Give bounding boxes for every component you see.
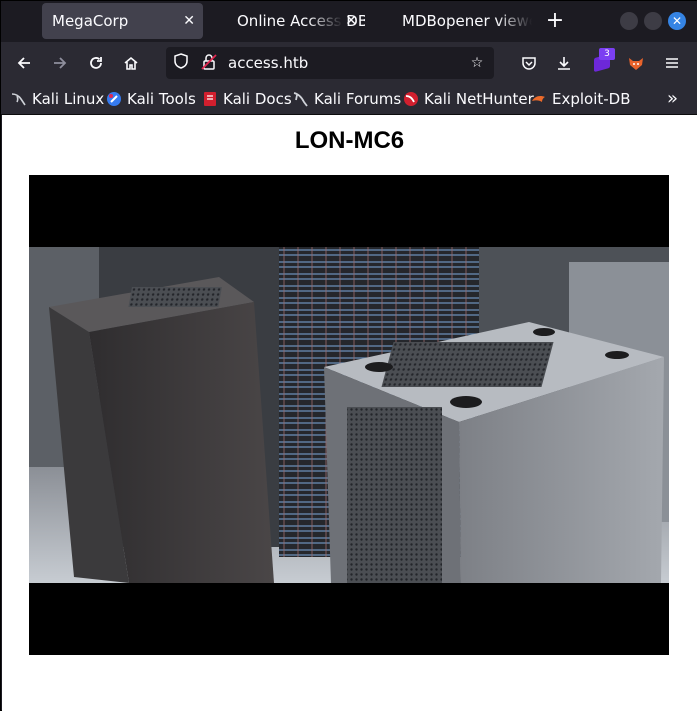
pocket-button[interactable]: [515, 50, 543, 76]
bookmark-star-icon[interactable]: ☆: [468, 53, 486, 73]
tab-online-access-db[interactable]: Online Access DB ✕: [227, 3, 365, 39]
page-content: LON-MC6: [2, 115, 697, 711]
page-title: LON-MC6: [294, 127, 405, 154]
fox-icon: [629, 58, 643, 70]
bookmark-label: Exploit-DB: [552, 90, 631, 108]
bookmark-kali-nethunter[interactable]: Kali NetHunter: [403, 84, 534, 114]
minimize-button[interactable]: [620, 12, 638, 30]
kali-docs-icon: [202, 91, 218, 107]
bookmark-label: Kali NetHunter: [424, 90, 534, 108]
bookmark-exploit-db[interactable]: Exploit-DB: [531, 84, 631, 114]
back-arrow-icon: [17, 57, 30, 69]
kali-dragon-icon: [11, 91, 27, 107]
browser-window: MegaCorp ✕ Online Access DB ✕ MDBopener …: [0, 0, 697, 711]
bookmark-kali-linux[interactable]: Kali Linux: [11, 84, 104, 114]
navigation-bar: access.htb ☆ 3: [1, 42, 697, 84]
reload-button[interactable]: [82, 50, 110, 76]
home-icon: [124, 56, 138, 70]
tab-title: MegaCorp: [52, 12, 129, 30]
maximize-button[interactable]: [644, 12, 662, 30]
extension-badge-count: 3: [599, 48, 615, 60]
bookmark-kali-forums[interactable]: Kali Forums: [293, 84, 401, 114]
url-text: access.htb: [228, 54, 309, 72]
insecure-lock-icon[interactable]: [200, 53, 218, 73]
pocket-icon: [522, 57, 536, 70]
extension-button[interactable]: 3: [592, 48, 615, 74]
app-menu-button[interactable]: [658, 50, 686, 76]
new-tab-button[interactable]: +: [545, 7, 565, 35]
kali-tools-icon: [106, 91, 122, 107]
kali-nethunter-icon: [403, 91, 419, 107]
bookmark-label: Kali Linux: [32, 90, 105, 108]
close-window-button[interactable]: ✕: [668, 12, 686, 30]
camera-feed: [29, 175, 669, 655]
camera-image: [29, 247, 669, 583]
tab-megacorp[interactable]: MegaCorp ✕: [42, 3, 203, 39]
close-tab-icon[interactable]: ✕: [345, 3, 357, 39]
bookmark-label: Kali Docs: [223, 90, 292, 108]
forward-arrow-icon: [54, 57, 67, 69]
tab-strip: MegaCorp ✕ Online Access DB ✕ MDBopener …: [1, 1, 697, 42]
forward-button[interactable]: [46, 50, 74, 76]
foxyproxy-button[interactable]: [622, 50, 650, 76]
bookmark-label: Kali Forums: [314, 90, 402, 108]
bookmark-kali-tools[interactable]: Kali Tools: [106, 84, 196, 114]
exploit-db-icon: [531, 91, 547, 107]
address-bar[interactable]: access.htb ☆: [166, 47, 494, 79]
hamburger-menu-icon: [666, 58, 678, 68]
bookmarks-toolbar: Kali Linux Kali Tools Kali Docs Kali For…: [1, 84, 697, 115]
back-button[interactable]: [10, 50, 38, 76]
more-bookmarks-chevron-icon[interactable]: »: [667, 84, 678, 114]
home-button[interactable]: [117, 50, 145, 76]
bookmark-kali-docs[interactable]: Kali Docs: [202, 84, 292, 114]
kali-forums-icon: [293, 91, 309, 107]
close-tab-icon[interactable]: ✕: [183, 3, 195, 39]
downloads-button[interactable]: [550, 50, 578, 76]
download-icon: [558, 57, 570, 70]
shield-icon[interactable]: [172, 53, 190, 73]
tab-mdbopener-viewer[interactable]: MDBopener viewer: [392, 3, 532, 39]
reload-icon: [90, 57, 102, 69]
bookmark-label: Kali Tools: [127, 90, 196, 108]
